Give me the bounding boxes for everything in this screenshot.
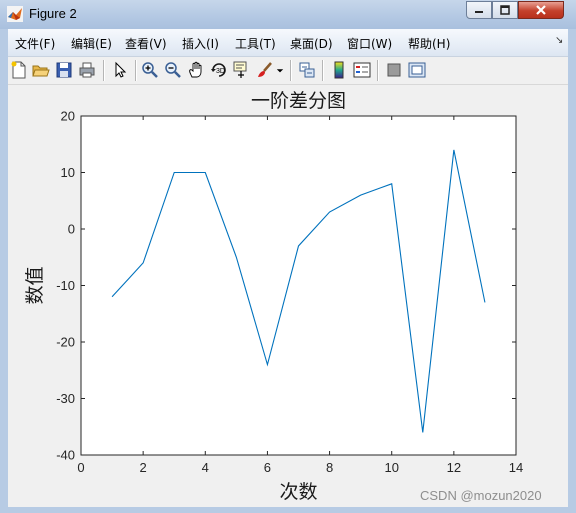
x-tick-label: 14 — [509, 460, 523, 475]
menu-bar: 文件(F) 编辑(E) 查看(V) 插入(I) 工具(T) 桌面(D) 窗口(W… — [8, 29, 568, 57]
toolbar-separator — [377, 60, 379, 81]
link-plot-button[interactable] — [297, 60, 317, 80]
y-tick-label: 0 — [68, 222, 75, 237]
colorbar-icon — [334, 61, 344, 79]
line-chart[interactable]: 0 2 4 6 8 10 12 14 20 10 0 -10 -20 -30 -40 一阶差分图 次数 数值 — [8, 85, 568, 507]
y-axis-label: 数值 — [24, 266, 46, 304]
data-cursor-button[interactable] — [232, 60, 252, 80]
insert-legend-button[interactable] — [352, 60, 372, 80]
window-frame-right — [568, 29, 576, 513]
maximize-icon — [500, 5, 510, 15]
show-plot-tools-button[interactable] — [407, 60, 427, 80]
close-button[interactable] — [518, 1, 564, 19]
y-tick-label: -30 — [56, 391, 75, 406]
pointer-icon — [115, 61, 127, 78]
open-file-button[interactable] — [31, 60, 51, 80]
x-tick-label: 12 — [447, 460, 461, 475]
print-button[interactable] — [77, 60, 97, 80]
y-tick-label: -10 — [56, 278, 75, 293]
print-icon — [79, 62, 95, 78]
pan-button[interactable] — [186, 60, 206, 80]
figure-canvas[interactable]: 0 2 4 6 8 10 12 14 20 10 0 -10 -20 -30 -40 一阶差分图 次数 数值 — [8, 85, 568, 507]
minimize-icon — [475, 11, 483, 13]
menu-file[interactable]: 文件(F) — [15, 35, 55, 52]
window-title: Figure 2 — [29, 6, 77, 21]
link-plot-icon — [299, 62, 315, 78]
chart-title: 一阶差分图 — [251, 90, 346, 112]
x-tick-label: 0 — [77, 460, 84, 475]
y-tick-label: -40 — [56, 448, 75, 463]
x-axis-label: 次数 — [279, 481, 317, 503]
close-icon — [536, 5, 546, 15]
new-figure-button[interactable] — [9, 60, 29, 80]
minimize-button[interactable] — [466, 1, 492, 19]
x-tick-label: 6 — [264, 460, 271, 475]
x-tick-label: 4 — [202, 460, 209, 475]
menu-dock-arrow-icon[interactable]: ↘ — [555, 35, 563, 46]
edit-plot-button[interactable] — [110, 60, 130, 80]
menu-help[interactable]: 帮助(H) — [408, 35, 450, 52]
rotate-3d-icon: 3D — [211, 63, 226, 77]
figure-toolbar: 3D — [8, 57, 568, 85]
data-cursor-icon — [233, 61, 247, 78]
hide-plot-tools-icon — [387, 63, 401, 77]
matlab-app-icon — [7, 6, 23, 22]
legend-icon — [353, 62, 371, 78]
y-tick-label: 20 — [61, 109, 75, 124]
axes-background — [80, 115, 517, 456]
toolbar-separator — [135, 60, 137, 81]
y-tick-label: -20 — [56, 335, 75, 350]
menu-view[interactable]: 查看(V) — [125, 35, 167, 52]
x-tick-label: 8 — [326, 460, 333, 475]
menu-tools[interactable]: 工具(T) — [235, 35, 276, 52]
save-icon — [56, 62, 72, 78]
menu-window[interactable]: 窗口(W) — [347, 35, 392, 52]
x-tick-label: 10 — [384, 460, 398, 475]
watermark: CSDN @mozun2020 — [420, 488, 542, 503]
zoom-out-icon — [165, 62, 181, 78]
window-frame-bottom — [0, 507, 576, 513]
new-figure-icon — [11, 61, 26, 79]
toolbar-separator — [290, 60, 292, 81]
hide-plot-tools-button[interactable] — [384, 60, 404, 80]
brush-dropdown-icon — [276, 69, 284, 73]
y-tick-label: 10 — [61, 165, 75, 180]
zoom-out-button[interactable] — [163, 60, 183, 80]
toolbar-separator — [103, 60, 105, 81]
menu-insert[interactable]: 插入(I) — [182, 35, 219, 52]
menu-desktop[interactable]: 桌面(D) — [290, 35, 333, 52]
toolbar-separator — [322, 60, 324, 81]
x-tick-label: 2 — [140, 460, 147, 475]
menu-edit[interactable]: 编辑(E) — [71, 35, 112, 52]
show-plot-tools-icon — [408, 62, 426, 78]
zoom-in-button[interactable] — [140, 60, 160, 80]
brush-icon — [258, 62, 272, 77]
brush-button[interactable] — [255, 60, 275, 80]
open-file-icon — [32, 65, 50, 77]
window-frame-left — [0, 29, 8, 513]
insert-colorbar-button[interactable] — [329, 60, 349, 80]
pan-hand-icon — [189, 61, 202, 78]
rotate-3d-button[interactable]: 3D — [209, 60, 229, 80]
zoom-in-icon — [142, 62, 158, 78]
save-button[interactable] — [54, 60, 74, 80]
maximize-button[interactable] — [492, 1, 518, 19]
svg-text:3D: 3D — [216, 68, 225, 75]
title-bar[interactable]: Figure 2 — [0, 0, 576, 30]
brush-dropdown-button[interactable] — [275, 60, 285, 80]
